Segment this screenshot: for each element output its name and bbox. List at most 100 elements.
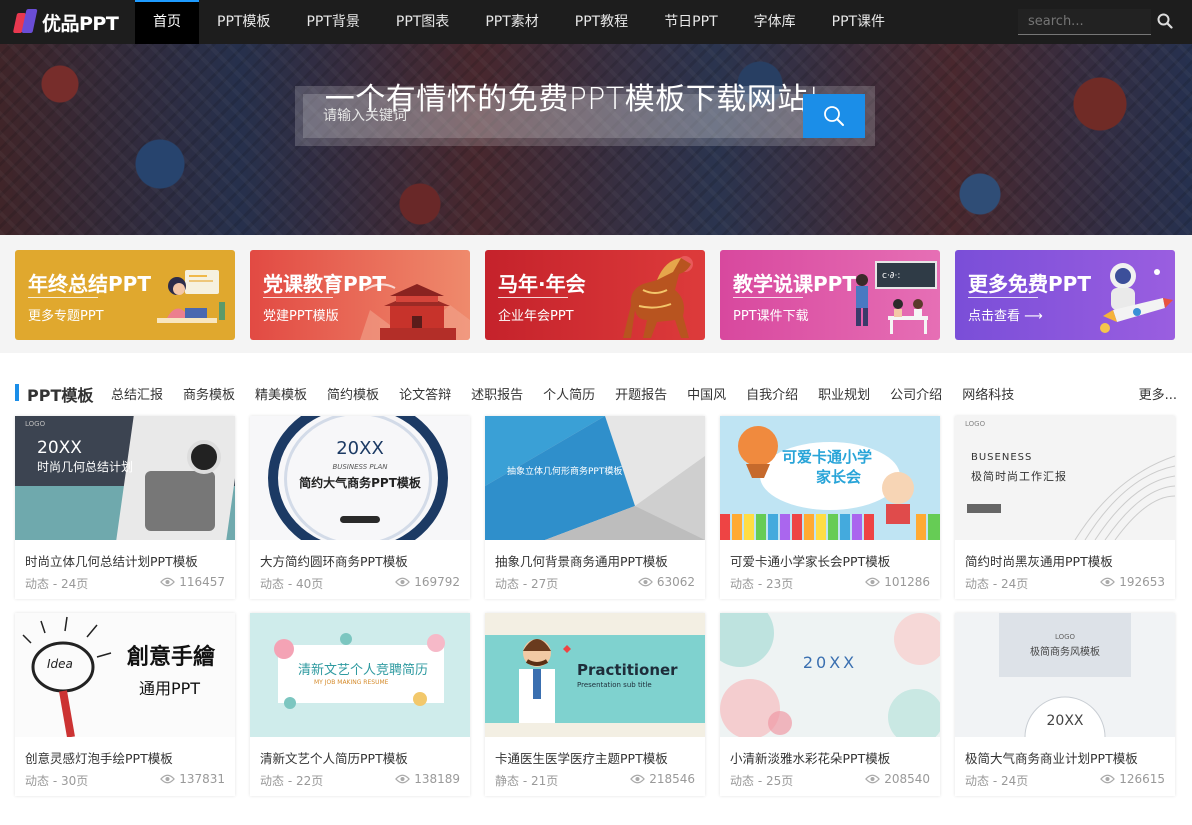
category-link[interactable]: 个人简历	[543, 384, 595, 403]
category-bar: PPT模板 总结汇报 商务模板 精美模板 简约模板 论文答辩 述职报告 个人简历…	[15, 382, 1177, 405]
logo-icon	[12, 9, 38, 35]
top-nav: 优品PPT 首页 PPT模板 PPT背景 PPT图表 PPT素材 PPT教程 节…	[0, 0, 1192, 44]
card-thumbnail: 抽象立体几何形商务PPT模板	[485, 416, 705, 540]
template-card[interactable]: LOGO BUSENESS 极简时尚工作汇报 简约时尚黑灰通用PPT模板 动态 …	[955, 416, 1175, 599]
nav-search-input[interactable]	[1018, 9, 1151, 34]
banner-party-education[interactable]: 党课教育PPT 党建PPT模版	[250, 250, 470, 340]
banner-title: 马年·年会	[498, 272, 586, 296]
card-title[interactable]: 极简大气商务商业计划PPT模板	[965, 748, 1138, 767]
category-link[interactable]: 职业规划	[818, 384, 870, 403]
eye-icon	[160, 774, 176, 784]
eye-icon	[160, 577, 176, 587]
svg-text:c·∂·:: c·∂·:	[882, 271, 900, 281]
card-meta: 动态 - 22页	[260, 774, 324, 788]
nav-item-ppt-courseware[interactable]: PPT课件	[814, 0, 903, 44]
eye-icon	[395, 774, 411, 784]
hero-search-button[interactable]	[803, 94, 865, 138]
card-meta: 动态 - 30页	[25, 774, 89, 788]
card-title[interactable]: 创意灵感灯泡手绘PPT模板	[25, 748, 173, 767]
card-thumbnail: LOGO BUSENESS 极简时尚工作汇报	[955, 416, 1175, 540]
category-links: 总结汇报 商务模板 精美模板 简约模板 论文答辩 述职报告 个人简历 开题报告 …	[111, 384, 1034, 403]
template-card[interactable]: 可爱卡通小学 家长会 可爱卡通小学家长会PPT模板 动态 - 23页 10128…	[720, 416, 940, 599]
banner-title: 更多免费PPT	[968, 272, 1091, 296]
section-marker	[15, 384, 19, 401]
eye-icon	[865, 577, 881, 587]
template-card[interactable]: 抽象立体几何形商务PPT模板 抽象几何背景商务通用PPT模板 动态 - 27页 …	[485, 416, 705, 599]
eye-icon	[1100, 774, 1116, 784]
banner-more-free-ppt[interactable]: 更多免费PPT 点击查看 ⟶	[955, 250, 1175, 340]
banner-subtitle: 企业年会PPT	[498, 297, 574, 324]
hero-search-input[interactable]	[303, 94, 803, 138]
banner-year-end-summary[interactable]: 年终总结PPT 更多专题PPT	[15, 250, 235, 340]
banner-title: 教学说课PPT	[733, 272, 856, 296]
card-title[interactable]: 小清新淡雅水彩花朵PPT模板	[730, 748, 890, 767]
card-views: 126615	[1100, 772, 1165, 786]
category-link[interactable]: 总结汇报	[111, 384, 163, 403]
card-title[interactable]: 可爱卡通小学家长会PPT模板	[730, 551, 890, 570]
card-views: 116457	[160, 575, 225, 589]
card-views: 192653	[1100, 575, 1165, 589]
card-title[interactable]: 清新文艺个人简历PPT模板	[260, 748, 408, 767]
category-link[interactable]: 中国风	[687, 384, 726, 403]
banner-teaching-ppt[interactable]: 教学说课PPT PPT课件下载 c·∂·:	[720, 250, 940, 340]
category-link[interactable]: 开题报告	[615, 384, 667, 403]
astronaut-rocket-illustration	[1100, 263, 1173, 333]
site-logo[interactable]: 优品PPT	[0, 0, 135, 44]
category-link[interactable]: 商务模板	[183, 384, 235, 403]
template-card[interactable]: 20XX 小清新淡雅水彩花朵PPT模板 动态 - 25页 208540	[720, 613, 940, 796]
eye-icon	[865, 774, 881, 784]
template-card[interactable]: LOGO 20XX 时尚几何总结计划 时尚立体几何总结计划PPT模板 动态 - …	[15, 416, 235, 599]
main-nav: 首页 PPT模板 PPT背景 PPT图表 PPT素材 PPT教程 节日PPT 字…	[135, 0, 903, 44]
category-link[interactable]: 公司介绍	[890, 384, 942, 403]
logo-text: 优品PPT	[42, 12, 119, 35]
classroom-illustration: c·∂·:	[856, 261, 937, 334]
card-thumbnail: LOGO 20XX 时尚几何总结计划	[15, 416, 235, 540]
card-title[interactable]: 大方简约圆环商务PPT模板	[260, 551, 408, 570]
search-icon[interactable]	[1157, 13, 1173, 29]
template-card[interactable]: 20XX BUSINESS PLAN 简约大气商务PPT模板 大方简约圆环商务P…	[250, 416, 470, 599]
more-link[interactable]: 更多...	[1139, 384, 1177, 403]
eye-icon	[395, 577, 411, 587]
card-thumbnail: 20XX	[720, 613, 940, 737]
nav-item-ppt-tutorials[interactable]: PPT教程	[557, 0, 646, 44]
nav-item-fonts[interactable]: 字体库	[736, 0, 814, 44]
category-link[interactable]: 简约模板	[327, 384, 379, 403]
card-views: 101286	[865, 575, 930, 589]
tiananmen-illustration	[360, 283, 470, 340]
banner-subtitle: PPT课件下载	[733, 297, 809, 324]
banner-horse-year-annual-party[interactable]: 马年·年会 企业年会PPT	[485, 250, 705, 340]
card-meta: 动态 - 27页	[495, 577, 559, 591]
category-link[interactable]: 论文答辩	[399, 384, 451, 403]
template-card[interactable]: Practitioner Presentation sub title 卡通医生…	[485, 613, 705, 796]
card-thumbnail: Practitioner Presentation sub title	[485, 613, 705, 737]
card-title[interactable]: 简约时尚黑灰通用PPT模板	[965, 551, 1113, 570]
card-views: 138189	[395, 772, 460, 786]
nav-item-holiday-ppt[interactable]: 节日PPT	[646, 0, 735, 44]
card-title[interactable]: 抽象几何背景商务通用PPT模板	[495, 551, 668, 570]
nav-item-ppt-charts[interactable]: PPT图表	[378, 0, 467, 44]
card-views: 63062	[637, 575, 695, 589]
search-icon	[824, 106, 844, 126]
category-link[interactable]: 精美模板	[255, 384, 307, 403]
banner-subtitle: 党建PPT模版	[263, 297, 339, 324]
eye-icon	[630, 774, 646, 784]
template-card[interactable]: LOGO 极简商务风模板 20XX 极简大气商务商业计划PPT模板 动态 - 2…	[955, 613, 1175, 796]
card-meta: 动态 - 25页	[730, 774, 794, 788]
card-title[interactable]: 时尚立体几何总结计划PPT模板	[25, 551, 198, 570]
category-link[interactable]: 述职报告	[471, 384, 523, 403]
template-card[interactable]: Idea 創意手繪 通用PPT 创意灵感灯泡手绘PPT模板 动态 - 30页 1…	[15, 613, 235, 796]
template-card[interactable]: 清新文艺个人竞聘简历 MY JOB MAKING RESUME 清新文艺个人简历…	[250, 613, 470, 796]
banner-title: 年终总结PPT	[28, 272, 151, 296]
banner-subtitle: 更多专题PPT	[28, 297, 104, 324]
nav-item-ppt-backgrounds[interactable]: PPT背景	[288, 0, 377, 44]
card-thumbnail: 可爱卡通小学 家长会	[720, 416, 940, 540]
card-title[interactable]: 卡通医生医学医疗主题PPT模板	[495, 748, 668, 767]
section-title: PPT模板	[27, 386, 94, 405]
nav-item-home[interactable]: 首页	[135, 0, 199, 44]
category-link[interactable]: 网络科技	[962, 384, 1014, 403]
nav-item-ppt-templates[interactable]: PPT模板	[199, 0, 288, 44]
nav-item-ppt-materials[interactable]: PPT素材	[467, 0, 556, 44]
card-thumbnail: 20XX BUSINESS PLAN 简约大气商务PPT模板	[250, 416, 470, 540]
card-meta: 动态 - 24页	[25, 577, 89, 591]
category-link[interactable]: 自我介绍	[746, 384, 798, 403]
